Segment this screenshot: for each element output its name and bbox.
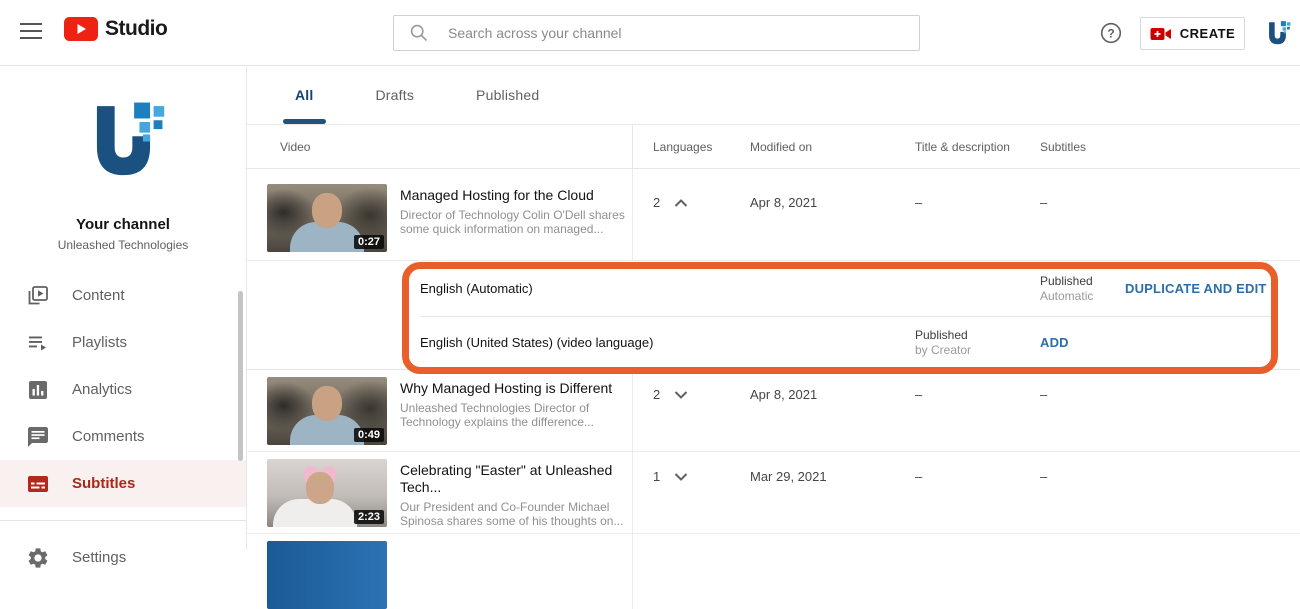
youtube-play-icon bbox=[64, 17, 98, 41]
search-bar[interactable] bbox=[393, 15, 920, 51]
tab-all[interactable]: All bbox=[283, 66, 326, 124]
sidebar-item-analytics[interactable]: Analytics bbox=[0, 366, 246, 413]
add-link[interactable]: ADD bbox=[1040, 316, 1125, 369]
video-description: Director of Technology Colin O'Dell shar… bbox=[400, 208, 632, 236]
comments-icon bbox=[26, 425, 50, 449]
video-title[interactable]: Why Managed Hosting is Different bbox=[400, 380, 632, 397]
video-thumbnail[interactable]: 0:27 bbox=[267, 184, 387, 252]
status-published: Published bbox=[915, 328, 1040, 343]
video-thumbnail[interactable]: 2:23 bbox=[267, 459, 387, 527]
content-icon bbox=[26, 284, 50, 308]
video-description: Our President and Co-Founder Michael Spi… bbox=[400, 500, 632, 528]
channel-avatar bbox=[76, 99, 171, 184]
sidebar-item-label: Subtitles bbox=[72, 475, 135, 492]
account-avatar[interactable] bbox=[1264, 20, 1291, 47]
create-video-icon bbox=[1150, 26, 1172, 42]
create-button[interactable]: CREATE bbox=[1140, 17, 1245, 50]
column-video: Video bbox=[247, 125, 632, 168]
channel-name: Unleashed Technologies bbox=[0, 238, 246, 252]
subtitles-value: – bbox=[1040, 370, 1125, 451]
language-count: 2 bbox=[653, 387, 660, 402]
status-detail: by Creator bbox=[915, 343, 1040, 358]
sidebar-item-playlists[interactable]: Playlists bbox=[0, 319, 246, 366]
chevron-down-icon[interactable] bbox=[674, 390, 688, 400]
search-input[interactable] bbox=[446, 24, 876, 42]
chevron-down-icon[interactable] bbox=[674, 472, 688, 482]
app-title: Studio bbox=[105, 17, 167, 41]
help-button[interactable]: ? bbox=[1099, 21, 1123, 45]
table-header: Video Languages Modified on Title & desc… bbox=[247, 125, 1300, 169]
status-detail: Automatic bbox=[1040, 289, 1125, 304]
language-count: 2 bbox=[653, 195, 660, 210]
top-bar: Studio ? CREATE bbox=[0, 0, 1300, 66]
title-desc-value: – bbox=[915, 370, 1040, 451]
sidebar-item-label: Analytics bbox=[72, 381, 132, 398]
subtitles-value: – bbox=[1040, 452, 1125, 533]
language-name: English (United States) (video language) bbox=[247, 316, 915, 369]
subtitles-status: Published Automatic bbox=[1040, 261, 1125, 316]
sidebar-item-label: Settings bbox=[72, 549, 126, 566]
video-description: Unleashed Technologies Director of Techn… bbox=[400, 401, 632, 429]
sidebar: Your channel Unleashed Technologies Cont… bbox=[0, 66, 247, 550]
tab-published[interactable]: Published bbox=[464, 66, 551, 124]
table-row: 0:27 Managed Hosting for the Cloud Direc… bbox=[247, 169, 1300, 261]
menu-icon[interactable] bbox=[20, 23, 42, 41]
sidebar-item-settings[interactable]: Settings bbox=[0, 534, 246, 581]
sidebar-item-label: Playlists bbox=[72, 334, 127, 351]
table-row: 0:49 Why Managed Hosting is Different Un… bbox=[247, 370, 1300, 452]
table-row: 2:23 Celebrating "Easter" at Unleashed T… bbox=[247, 452, 1300, 534]
video-title[interactable]: Managed Hosting for the Cloud bbox=[400, 187, 632, 204]
video-thumbnail[interactable] bbox=[267, 541, 387, 609]
column-title-description: Title & description bbox=[915, 125, 1040, 168]
video-duration-badge: 0:49 bbox=[354, 428, 384, 442]
sidebar-divider bbox=[0, 520, 246, 521]
modified-date: Mar 29, 2021 bbox=[750, 452, 915, 533]
table-row-partial bbox=[247, 534, 1300, 550]
video-duration-badge: 2:23 bbox=[354, 510, 384, 524]
duplicate-and-edit-link[interactable]: DUPLICATE AND EDIT bbox=[1125, 261, 1300, 316]
sidebar-item-label: Content bbox=[72, 287, 125, 304]
subtitles-icon bbox=[26, 472, 50, 496]
title-desc-value: – bbox=[915, 452, 1040, 533]
subtitles-page: All Drafts Published Video Languages Mod… bbox=[247, 66, 1300, 550]
sidebar-item-comments[interactable]: Comments bbox=[0, 413, 246, 460]
sidebar-item-label: Comments bbox=[72, 428, 145, 445]
modified-date: Apr 8, 2021 bbox=[750, 169, 915, 260]
search-icon bbox=[409, 23, 429, 43]
column-subtitles: Subtitles bbox=[1040, 125, 1125, 168]
modified-date: Apr 8, 2021 bbox=[750, 370, 915, 451]
channel-section: Your channel Unleashed Technologies bbox=[0, 66, 246, 252]
language-row: English (Automatic) Published Automatic … bbox=[247, 261, 1300, 316]
video-duration-badge: 0:27 bbox=[354, 235, 384, 249]
status-published: Published bbox=[1040, 274, 1125, 289]
youtube-studio-logo[interactable]: Studio bbox=[64, 17, 167, 41]
subtitles-value: – bbox=[1040, 169, 1125, 260]
sidebar-nav: Content Playlists Analytics bbox=[0, 272, 246, 581]
sidebar-item-subtitles[interactable]: Subtitles bbox=[0, 460, 246, 507]
language-name: English (Automatic) bbox=[247, 261, 915, 316]
column-modified-on: Modified on bbox=[750, 125, 915, 168]
filter-tabs: All Drafts Published bbox=[247, 66, 1300, 125]
language-row: English (United States) (video language)… bbox=[247, 316, 1300, 370]
title-desc-status: Published by Creator bbox=[915, 316, 1040, 369]
language-count: 1 bbox=[653, 469, 660, 484]
video-title[interactable]: Celebrating "Easter" at Unleashed Tech..… bbox=[400, 462, 632, 496]
gear-icon bbox=[26, 546, 50, 570]
analytics-icon bbox=[26, 378, 50, 402]
svg-text:?: ? bbox=[1107, 26, 1114, 40]
sidebar-scrollbar[interactable] bbox=[238, 291, 243, 461]
chevron-up-icon[interactable] bbox=[674, 198, 688, 208]
help-icon: ? bbox=[1099, 21, 1123, 45]
video-thumbnail[interactable]: 0:49 bbox=[267, 377, 387, 445]
sidebar-item-content[interactable]: Content bbox=[0, 272, 246, 319]
channel-section-title: Your channel bbox=[0, 216, 246, 233]
column-languages: Languages bbox=[632, 125, 750, 168]
create-label: CREATE bbox=[1180, 26, 1235, 41]
title-desc-value: – bbox=[915, 169, 1040, 260]
playlists-icon bbox=[26, 331, 50, 355]
tab-drafts[interactable]: Drafts bbox=[364, 66, 427, 124]
